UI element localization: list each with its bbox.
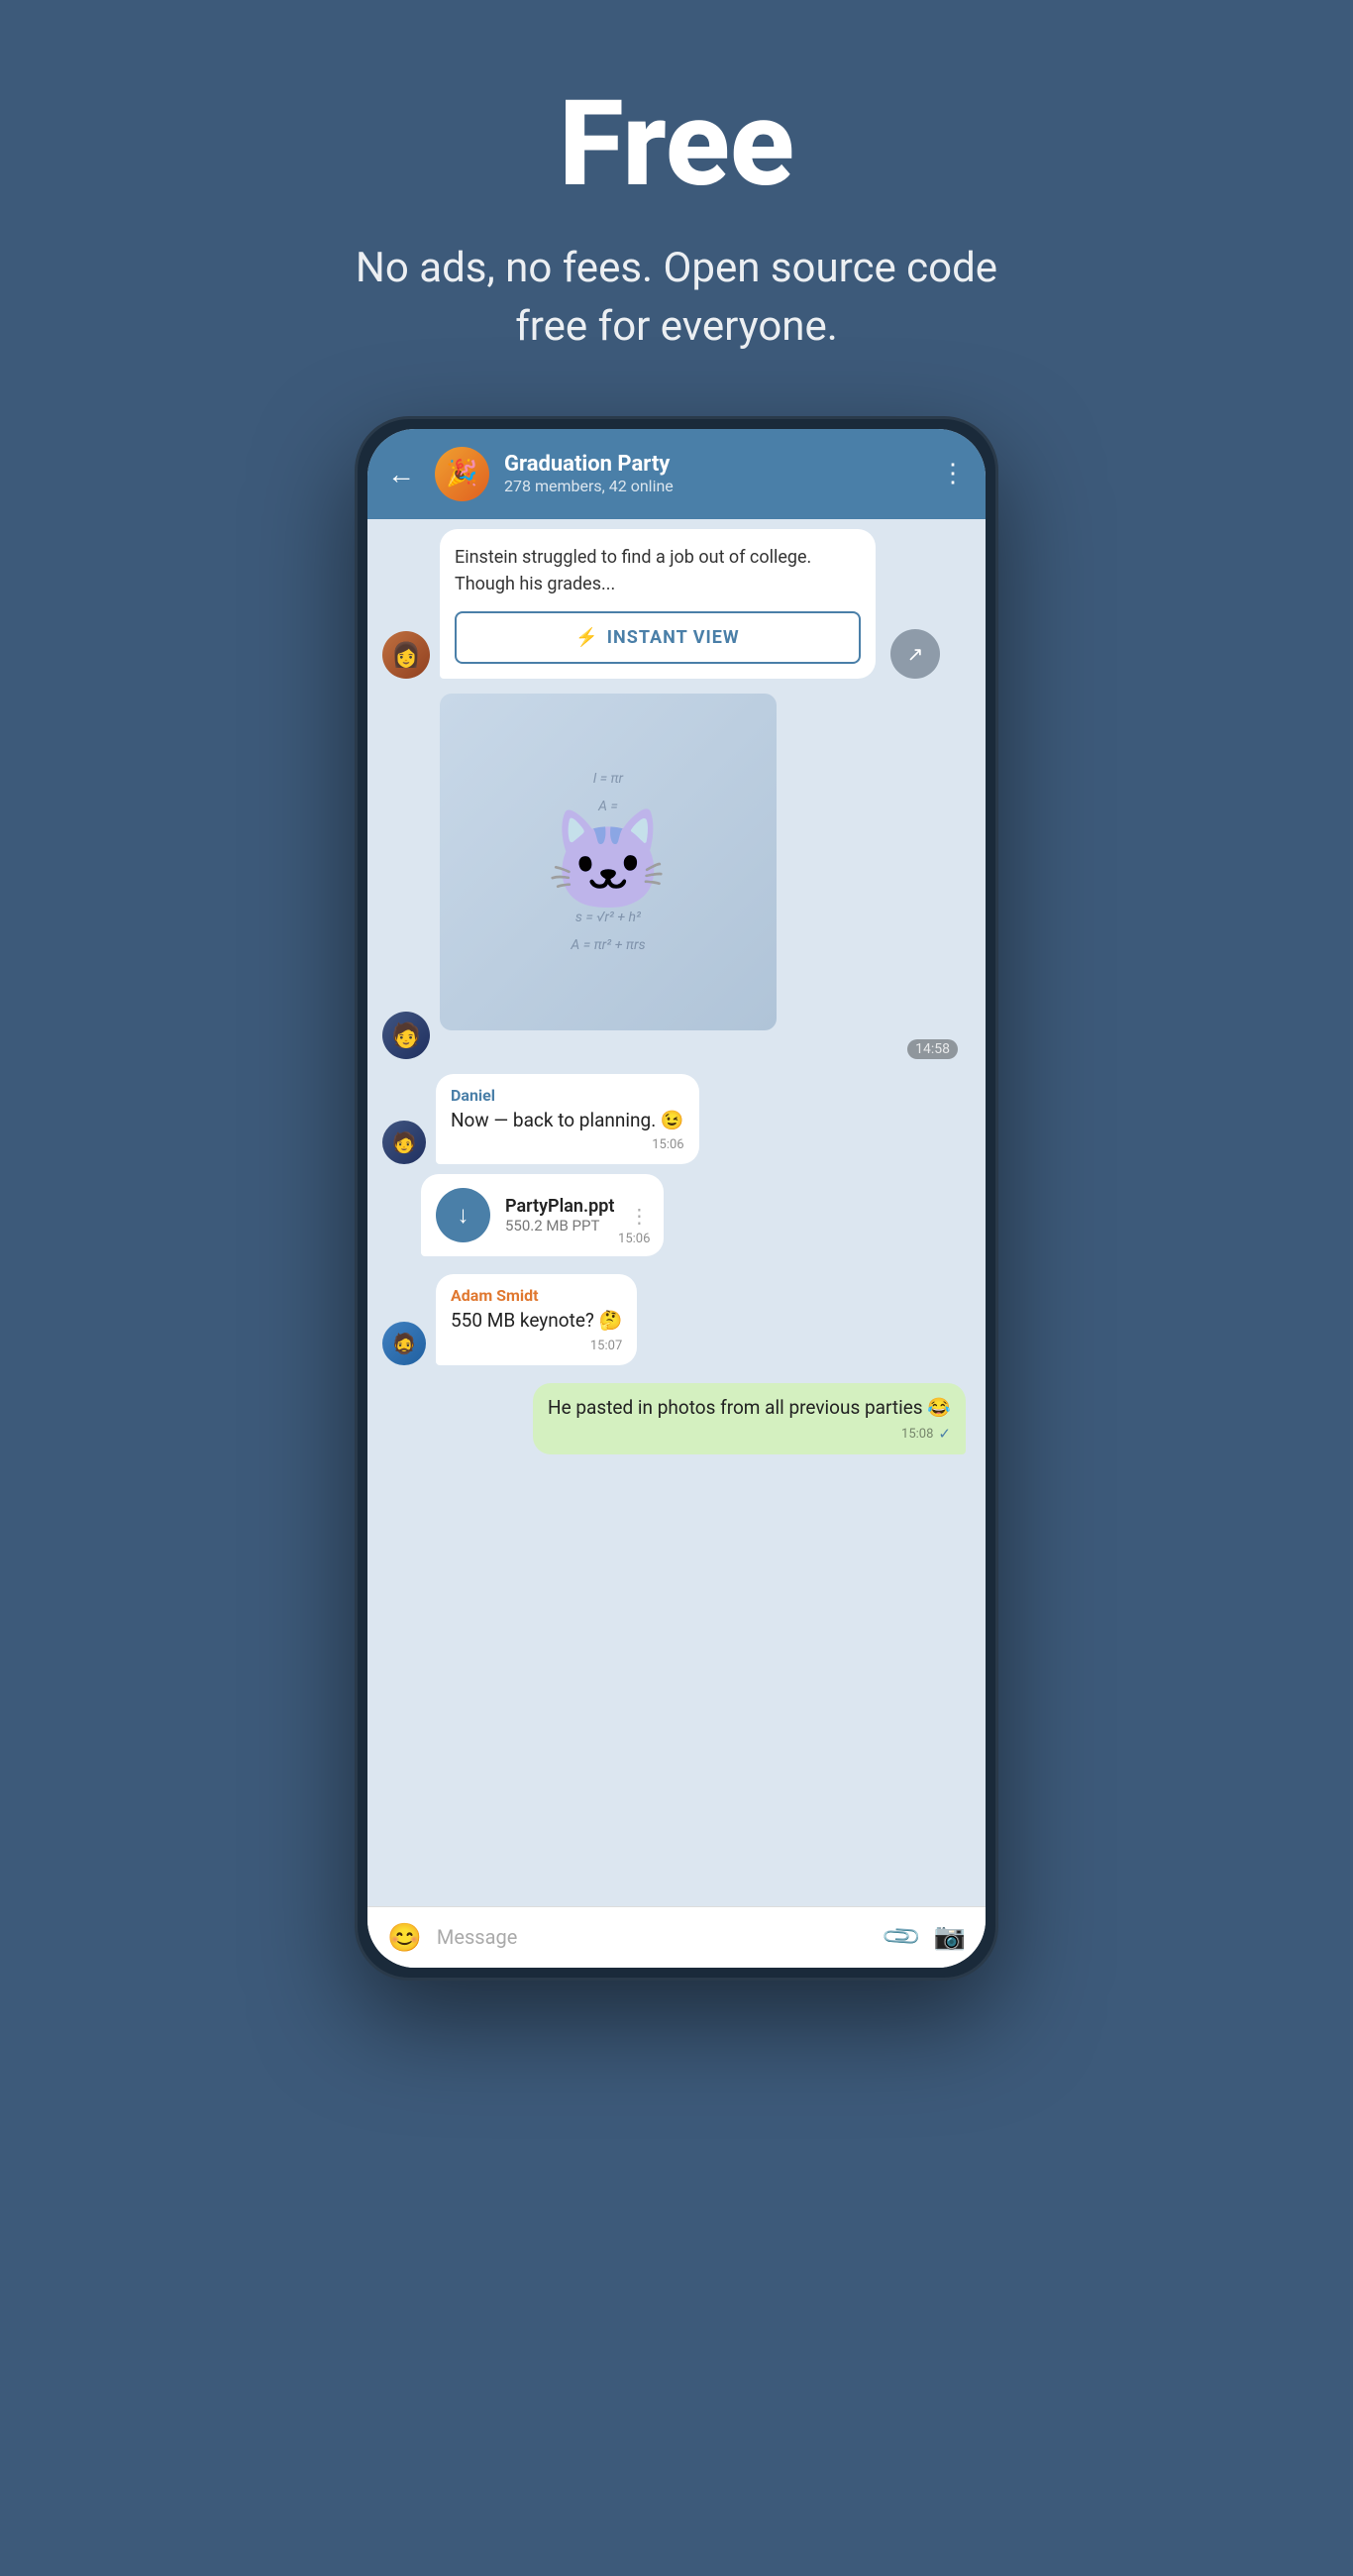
chat-header: ← 🎉 Graduation Party 278 members, 42 onl… xyxy=(367,429,986,519)
message-row-file: ↓ PartyPlan.ppt 550.2 MB PPT ⋮ 15:06 xyxy=(421,1169,971,1261)
file-download-icon[interactable]: ↓ xyxy=(436,1188,490,1242)
bubble-time-adam: 15:07 xyxy=(590,1339,622,1353)
article-bubble: Einstein struggled to find a job out of … xyxy=(440,529,876,679)
more-button[interactable]: ⋮ xyxy=(940,459,966,488)
file-info: PartyPlan.ppt 550.2 MB PPT xyxy=(505,1196,614,1234)
user-avatar-boy1: 🧑 xyxy=(382,1012,430,1059)
file-time: 15:06 xyxy=(618,1232,650,1246)
user-avatar-daniel: 🧑 xyxy=(382,1121,426,1164)
sticker-message: 🧑 l = πr A = V = l³ P = 2πr A = πr² s = … xyxy=(367,684,986,1069)
sticker-image: l = πr A = V = l³ P = 2πr A = πr² s = √r… xyxy=(440,694,777,1030)
cat-sticker: 🐱 xyxy=(547,804,671,919)
share-button[interactable]: ↗ xyxy=(890,629,940,679)
bolt-icon: ⚡ xyxy=(575,627,598,648)
file-size: 550.2 MB PPT xyxy=(505,1217,614,1234)
camera-button[interactable]: 📷 xyxy=(934,1922,966,1952)
instant-view-button[interactable]: ⚡ INSTANT VIEW xyxy=(455,611,861,664)
bubble-text-daniel: Now — back to planning. 😉 xyxy=(451,1108,684,1134)
chat-area: 👩 Einstein struggled to find a job out o… xyxy=(367,519,986,1906)
phone-frame: ← 🎉 Graduation Party 278 members, 42 onl… xyxy=(355,416,998,1981)
hero-section: Free No ads, no fees. Open source code f… xyxy=(290,0,1063,416)
hero-title: Free xyxy=(330,79,1023,210)
message-input-bar: 😊 Message 📎 📷 xyxy=(367,1906,986,1968)
bubble-daniel: Daniel Now — back to planning. 😉 15:06 xyxy=(436,1074,699,1165)
message-input[interactable]: Message xyxy=(437,1925,872,1949)
group-meta: 278 members, 42 online xyxy=(504,477,925,495)
attach-button[interactable]: 📎 xyxy=(881,1915,924,1959)
sender-name-adam: Adam Smidt xyxy=(451,1286,622,1305)
group-info: Graduation Party 278 members, 42 online xyxy=(504,452,925,495)
bubble-text-outgoing: He pasted in photos from all previous pa… xyxy=(548,1395,951,1422)
sender-name-daniel: Daniel xyxy=(451,1086,684,1105)
bubble-outgoing: He pasted in photos from all previous pa… xyxy=(533,1383,966,1455)
file-name: PartyPlan.ppt xyxy=(505,1196,614,1217)
group-avatar: 🎉 xyxy=(435,447,489,501)
file-time-footer: 15:06 xyxy=(618,1232,650,1246)
bubble-footer-daniel: 15:06 xyxy=(451,1137,684,1152)
sticker-time: 14:58 xyxy=(907,1039,958,1059)
bubble-adam: Adam Smidt 550 MB keynote? 🤔 15:07 xyxy=(436,1274,637,1365)
message-row-daniel: 🧑 Daniel Now — back to planning. 😉 15:06 xyxy=(367,1069,986,1170)
bubble-text-adam: 550 MB keynote? 🤔 xyxy=(451,1308,622,1335)
group-name: Graduation Party xyxy=(504,452,925,477)
phone-screen: ← 🎉 Graduation Party 278 members, 42 onl… xyxy=(367,429,986,1968)
back-button[interactable]: ← xyxy=(387,458,415,490)
message-row-outgoing: He pasted in photos from all previous pa… xyxy=(367,1378,986,1460)
article-text: Einstein struggled to find a job out of … xyxy=(455,544,861,597)
sticker-wrapper: l = πr A = V = l³ P = 2πr A = πr² s = √r… xyxy=(440,694,971,1059)
hero-subtitle: No ads, no fees. Open source code free f… xyxy=(330,240,1023,357)
checkmark-icon: ✓ xyxy=(938,1425,951,1443)
article-message: 👩 Einstein struggled to find a job out o… xyxy=(367,519,986,684)
emoji-button[interactable]: 😊 xyxy=(387,1921,422,1954)
bubble-footer-outgoing: 15:08 ✓ xyxy=(548,1425,951,1443)
bubble-time-outgoing: 15:08 xyxy=(901,1427,933,1442)
message-row-adam: 🧔 Adam Smidt 550 MB keynote? 🤔 15:07 xyxy=(367,1269,986,1370)
user-avatar-adam: 🧔 xyxy=(382,1322,426,1365)
bubble-time-daniel: 15:06 xyxy=(652,1137,683,1152)
user-avatar-girl: 👩 xyxy=(382,631,430,679)
file-bubble[interactable]: ↓ PartyPlan.ppt 550.2 MB PPT ⋮ 15:06 xyxy=(421,1174,664,1256)
bubble-footer-adam: 15:07 xyxy=(451,1339,622,1353)
file-more-button[interactable]: ⋮ xyxy=(629,1204,649,1228)
instant-view-label: INSTANT VIEW xyxy=(607,627,740,648)
